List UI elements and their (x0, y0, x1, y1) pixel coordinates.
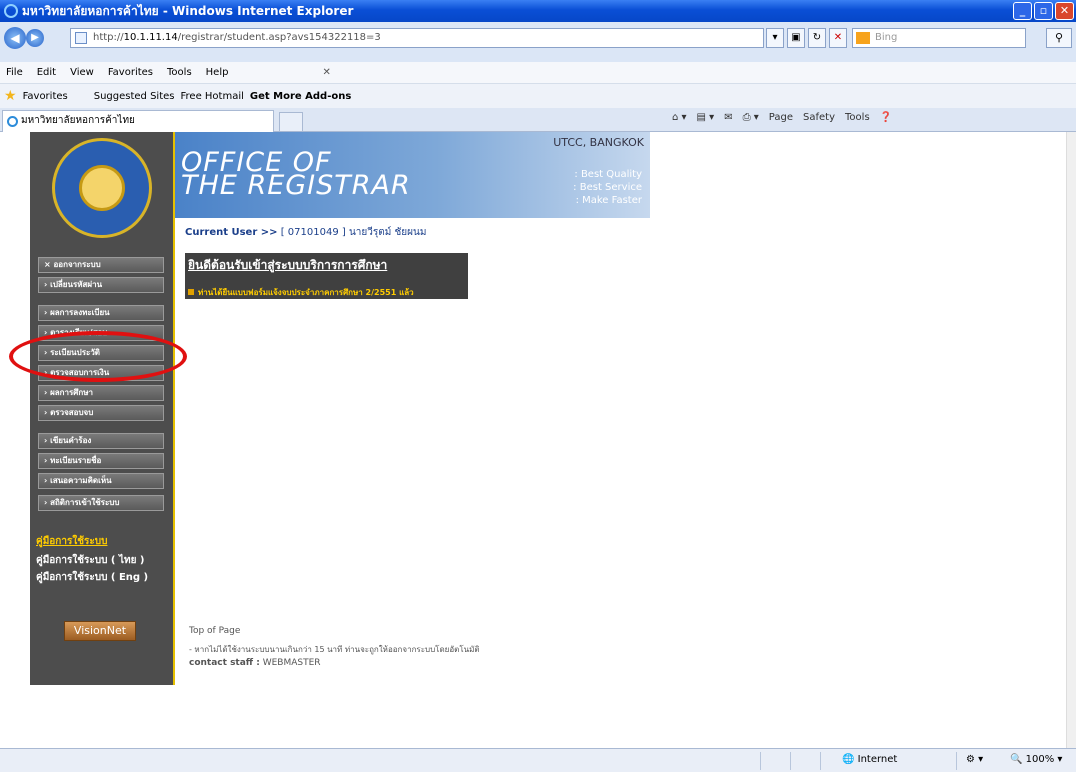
safety-menu[interactable]: Safety (803, 112, 835, 123)
registrar-banner: OFFICE OF THE REGISTRAR UTCC, BANGKOK : … (175, 132, 650, 218)
welcome-box: ยินดีต้อนรับเข้าสู่ระบบบริการการศึกษา ท่… (185, 253, 468, 299)
university-seal-logo (52, 138, 152, 238)
address-bar[interactable]: http://10.1.11.14/registrar/student.asp?… (70, 28, 764, 48)
window-title: มหาวิทยาลัยหอการค้าไทย - Windows Interne… (22, 3, 354, 18)
get-addons-link[interactable]: Get More Add-ons (250, 91, 351, 102)
bing-icon (856, 32, 870, 44)
menu-view[interactable]: View (70, 67, 94, 78)
ie-tab-icon (7, 116, 18, 127)
banner-location: UTCC, BANGKOK (553, 136, 644, 149)
page-menu[interactable]: Page (769, 112, 793, 123)
banner-faster: : Make Faster (575, 195, 642, 206)
red-highlight-circle (9, 331, 187, 382)
menu-edit[interactable]: Edit (37, 67, 56, 78)
menu-grades[interactable]: › ผลการศึกษา (38, 385, 164, 401)
menu-favorites[interactable]: Favorites (108, 67, 153, 78)
menu-registration-result[interactable]: › ผลการลงทะเบียน (38, 305, 164, 321)
banner-title-line2: THE REGISTRAR (181, 170, 411, 201)
new-tab-button[interactable] (279, 112, 303, 132)
menu-check-graduation[interactable]: › ตรวจสอบจบ (38, 405, 164, 421)
zoom-control[interactable]: 🔍 100% ▾ (1010, 754, 1062, 765)
zone-label: Internet (857, 754, 898, 765)
menu-feedback[interactable]: › เสนอความคิดเห็น (38, 473, 164, 489)
welcome-message: ท่านได้ยืนแบบฟอร์มแจ้งจบประจำภาคการศึกษา… (188, 286, 414, 299)
vertical-scrollbar[interactable] (1066, 132, 1076, 748)
favorites-button[interactable]: Favorites (23, 91, 68, 102)
search-placeholder: Bing (875, 32, 898, 43)
url-host: 10.1.11.14 (123, 32, 178, 43)
zoom-level: 100% (1025, 754, 1055, 765)
banner-quality: : Best Quality (574, 169, 642, 180)
help-title: คู่มือการใช้ระบบ (36, 536, 108, 547)
free-hotmail-link[interactable]: Free Hotmail (181, 91, 244, 102)
mail-icon[interactable]: ✉ (724, 112, 732, 123)
menu-file[interactable]: File (6, 67, 23, 78)
url-prefix: http:// (93, 32, 124, 43)
webmaster-link[interactable]: WEBMASTER (263, 658, 321, 668)
minimize-button[interactable]: _ (1013, 2, 1032, 20)
menu-help[interactable]: Help (206, 67, 229, 78)
browser-tab[interactable]: มหาวิทยาลัยหอการค้าไทย (2, 110, 274, 132)
close-button[interactable]: ✕ (1055, 2, 1074, 20)
maximize-button[interactable]: ▫ (1034, 2, 1053, 20)
tab-title: มหาวิทยาลัยหอการค้าไทย (21, 115, 135, 126)
refresh-icon[interactable]: ↻ (808, 28, 826, 48)
bullet-icon (188, 289, 194, 295)
menu-tools[interactable]: Tools (167, 67, 192, 78)
menu-bar: File Edit View Favorites Tools Help ✕ (0, 62, 1076, 84)
feeds-icon[interactable]: ▤ ▾ (697, 112, 715, 123)
visionnet-button[interactable]: VisionNet (64, 621, 136, 641)
print-icon[interactable]: ⎙ ▾ (743, 112, 759, 123)
status-bar: 🌐 Internet ⚙ ▾ 🔍 100% ▾ (0, 748, 1076, 772)
current-user: Current User >> [ 07101049 ] นายวีรุตม์ … (185, 225, 426, 240)
title-bar: มหาวิทยาลัยหอการค้าไทย - Windows Interne… (0, 0, 1076, 22)
browser-window: มหาวิทยาลัยหอการค้าไทย - Windows Interne… (0, 0, 1076, 772)
help-link-thai[interactable]: คู่มือการใช้ระบบ ( ไทย ) (36, 553, 145, 568)
star-icon: ★ (4, 88, 17, 104)
current-user-label: Current User >> (185, 227, 278, 238)
menu-logout[interactable]: × ออกจากระบบ (38, 257, 164, 273)
protected-mode-icon[interactable]: ⚙ ▾ (966, 754, 983, 765)
dropdown-arrow-icon[interactable]: ▾ (766, 28, 784, 48)
menu-change-password[interactable]: › เปลี่ยนรหัสผ่าน (38, 277, 164, 293)
tab-row: มหาวิทยาลัยหอการค้าไทย ⌂ ▾ ▤ ▾ ✉ ⎙ ▾ Pag… (0, 108, 1076, 132)
stop-icon[interactable]: ✕ (829, 28, 847, 48)
compat-view-icon[interactable]: ▣ (787, 28, 805, 48)
home-icon[interactable]: ⌂ ▾ (672, 112, 687, 123)
back-button[interactable]: ◀ (4, 27, 26, 49)
help-link-eng[interactable]: คู่มือการใช้ระบบ ( Eng ) (36, 570, 148, 585)
menu-petition[interactable]: › เขียนคำร้อง (38, 433, 164, 449)
ie-icon (4, 4, 18, 18)
search-input[interactable]: Bing (852, 28, 1026, 48)
menu-name-register[interactable]: › ทะเบียนรายชื่อ (38, 453, 164, 469)
current-user-value: [ 07101049 ] นายวีรุตม์ ชัยผนม (280, 227, 427, 238)
address-row: ◀ ▶ http://10.1.11.14/registrar/student.… (0, 22, 1076, 62)
welcome-heading: ยินดีต้อนรับเข้าสู่ระบบบริการการศึกษา (188, 258, 388, 272)
contact-staff: contact staff : WEBMASTER (189, 658, 321, 668)
page-icon (75, 32, 87, 44)
url-path: /registrar/student.asp?avs154322118=3 (177, 32, 381, 43)
contact-label: contact staff : (189, 658, 260, 668)
favorites-bar: ★ Favorites Suggested Sites Free Hotmail… (0, 84, 1076, 108)
tools-menu[interactable]: Tools (845, 112, 870, 123)
banner-service: : Best Service (573, 182, 642, 193)
internet-zone: 🌐 Internet (842, 754, 898, 765)
menu-usage-stats[interactable]: › สถิติการเข้าใช้ระบบ (38, 495, 164, 511)
command-bar: ⌂ ▾ ▤ ▾ ✉ ⎙ ▾ Page Safety Tools ❓ (672, 112, 892, 123)
search-icon[interactable]: ⚲ (1046, 28, 1072, 48)
forward-button[interactable]: ▶ (26, 29, 44, 47)
suggested-sites-link[interactable]: Suggested Sites (94, 91, 175, 102)
help-icon[interactable]: ❓ (880, 112, 892, 123)
sidebar: × ออกจากระบบ › เปลี่ยนรหัสผ่าน › ผลการลง… (30, 132, 173, 685)
top-of-page-link[interactable]: Top of Page (189, 626, 240, 636)
timeout-note: - หากไม่ได้ใช้งานระบบนานเกินกว่า 15 นาที… (189, 645, 480, 654)
close-toolbar-icon[interactable]: ✕ (322, 67, 330, 78)
